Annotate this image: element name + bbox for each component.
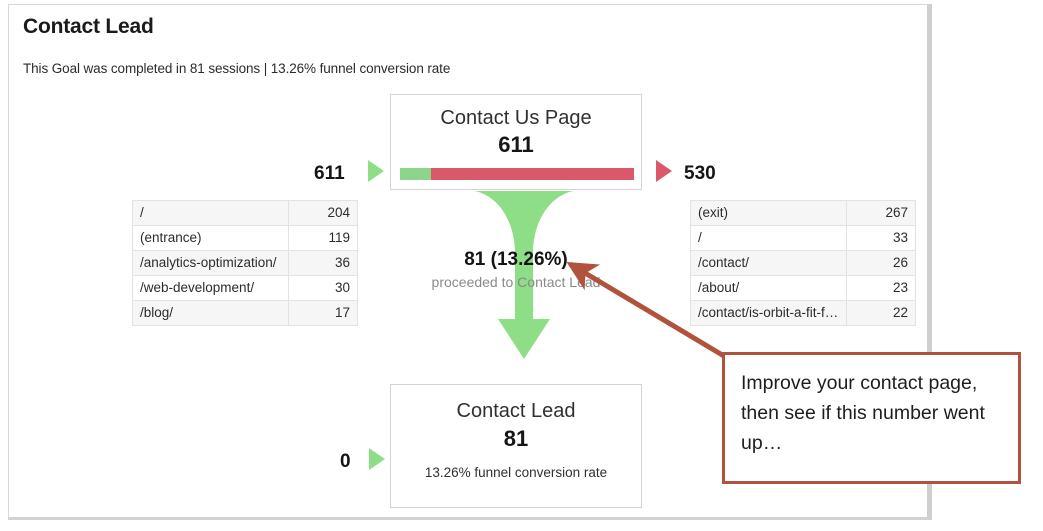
entrance-sessions: 204 bbox=[288, 200, 358, 226]
entrance-sessions: 119 bbox=[288, 225, 358, 251]
table-row[interactable]: /blog/ 17 bbox=[132, 300, 358, 326]
exit-path: (exit) bbox=[690, 200, 847, 226]
table-row[interactable]: (exit) 267 bbox=[690, 200, 916, 226]
entrance-path: /analytics-optimization/ bbox=[132, 250, 289, 276]
table-row[interactable]: /web-development/ 30 bbox=[132, 275, 358, 301]
table-row[interactable]: /analytics-optimization/ 36 bbox=[132, 250, 358, 276]
exits-total: 530 bbox=[684, 163, 716, 184]
funnel-step-contact-lead[interactable]: Contact Lead 81 13.26% funnel conversion… bbox=[390, 384, 642, 508]
exit-path: / bbox=[690, 225, 847, 251]
step-title: Contact Lead bbox=[456, 400, 576, 422]
bottom-entrance-arrow-icon bbox=[369, 448, 385, 470]
funnel-step-contact-us-page[interactable]: Contact Us Page 611 bbox=[390, 94, 642, 190]
step-progress-bar bbox=[400, 168, 634, 180]
entrance-sessions: 30 bbox=[288, 275, 358, 301]
exit-sessions: 22 bbox=[846, 300, 916, 326]
exit-arrow-icon bbox=[656, 160, 672, 182]
bottom-entrances-total: 0 bbox=[340, 451, 351, 472]
entrance-arrow-icon bbox=[368, 160, 384, 182]
entrance-table-body: / 204 (entrance) 119 /analytics-optimiza… bbox=[132, 200, 358, 326]
table-row[interactable]: (entrance) 119 bbox=[132, 225, 358, 251]
entrances-total: 611 bbox=[314, 163, 345, 184]
entrance-path: / bbox=[132, 200, 289, 226]
exit-sessions: 33 bbox=[846, 225, 916, 251]
entrance-path: /web-development/ bbox=[132, 275, 289, 301]
annotation-callout-box: Improve your contact page, then see if t… bbox=[722, 352, 1021, 484]
annotation-text: Improve your contact page, then see if t… bbox=[741, 372, 985, 454]
table-row[interactable]: / 33 bbox=[690, 225, 916, 251]
funnel-visualization-root: Contact Lead This Goal was completed in … bbox=[0, 0, 1043, 531]
page-title: Contact Lead bbox=[23, 15, 154, 38]
table-row[interactable]: / 204 bbox=[132, 200, 358, 226]
exit-sessions: 267 bbox=[846, 200, 916, 226]
step-session-count: 81 bbox=[503, 426, 529, 451]
entrance-path: /blog/ bbox=[132, 300, 289, 326]
entrance-sessions: 36 bbox=[288, 250, 358, 276]
annotation-pointer-arrow-icon bbox=[566, 261, 736, 365]
exit-sessions: 23 bbox=[846, 275, 916, 301]
step-conversion-note: 13.26% funnel conversion rate bbox=[424, 465, 608, 480]
entrance-path: (entrance) bbox=[132, 225, 289, 251]
step-title: Contact Us Page bbox=[440, 107, 592, 129]
exit-sessions: 26 bbox=[846, 250, 916, 276]
progress-exit-segment bbox=[431, 168, 634, 180]
goal-summary-text: This Goal was completed in 81 sessions |… bbox=[23, 61, 451, 76]
progress-proceeded-segment bbox=[400, 168, 432, 180]
entrance-pages-table[interactable]: / 204 (entrance) 119 /analytics-optimiza… bbox=[132, 200, 358, 326]
entrance-sessions: 17 bbox=[288, 300, 358, 326]
step-session-count: 611 bbox=[498, 132, 534, 157]
